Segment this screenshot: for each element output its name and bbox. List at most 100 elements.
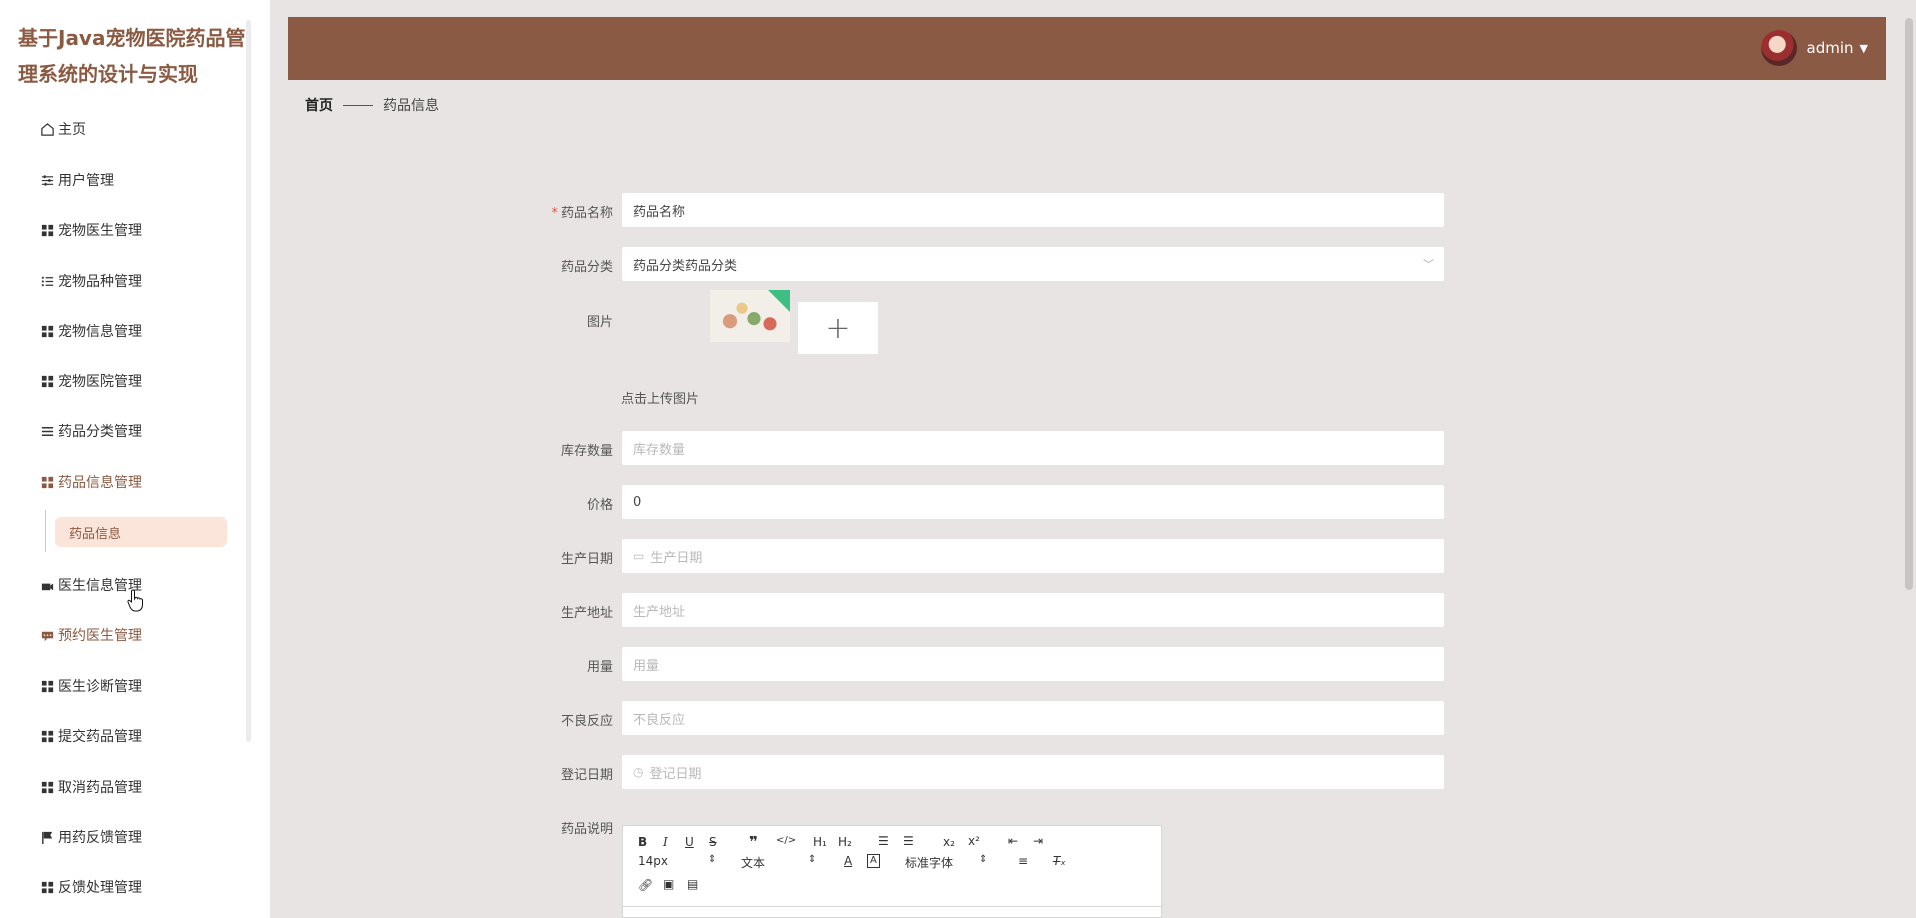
sidebar-item-label: 主页 — [58, 122, 86, 138]
clear-format-icon[interactable]: T̶ₓ — [1053, 854, 1066, 868]
bullet-list-icon[interactable]: ☰ — [903, 834, 914, 848]
grid-icon — [41, 781, 54, 793]
register-date-picker[interactable]: ◷ 登记日期 — [622, 755, 1444, 789]
sidebar-item-pet-hospitals[interactable]: 宠物医院管理 — [40, 368, 142, 394]
sidebar-item-doctor-appointments[interactable]: 预约医生管理 — [40, 622, 142, 648]
top-header: admin ▼ — [288, 17, 1886, 80]
sidebar-item-users[interactable]: 用户管理 — [40, 167, 114, 193]
strike-icon[interactable]: S — [709, 835, 717, 849]
adverse-reaction-label: 不良反应 — [560, 714, 613, 729]
username[interactable]: admin — [1807, 39, 1854, 57]
dosage-input[interactable]: 用量 — [622, 647, 1444, 681]
required-mark: * — [551, 206, 558, 221]
superscript-icon[interactable]: x² — [968, 834, 980, 848]
uploaded-image-thumbnail[interactable] — [710, 290, 790, 342]
ordered-list-icon[interactable]: ☰ — [878, 834, 889, 848]
sidebar-scrollbar[interactable] — [246, 20, 251, 742]
breadcrumb: 首页 药品信息 — [305, 95, 439, 115]
sidebar-item-feedback-handling[interactable]: 反馈处理管理 — [40, 874, 142, 900]
sidebar-item-label: 药品信息管理 — [58, 475, 142, 491]
font-family-select[interactable]: 标准字体 — [905, 854, 953, 871]
sidebar-item-pet-doctors[interactable]: 宠物医生管理 — [40, 217, 142, 243]
grid-icon — [41, 375, 54, 387]
sidebar-item-label: 药品分类管理 — [58, 424, 142, 440]
stock-label: 库存数量 — [560, 444, 613, 459]
message-icon — [41, 631, 54, 641]
production-address-input[interactable]: 生产地址 — [622, 593, 1444, 627]
sidebar-item-home[interactable]: 主页 — [40, 116, 86, 142]
adverse-reaction-input[interactable]: 不良反应 — [622, 701, 1444, 735]
breadcrumb-separator — [343, 104, 373, 106]
production-date-picker[interactable]: ▭ 生产日期 — [622, 539, 1444, 573]
breadcrumb-current: 药品信息 — [383, 98, 439, 114]
code-icon[interactable]: </> — [776, 835, 796, 846]
sidebar-item-label: 提交药品管理 — [58, 729, 142, 745]
outdent-icon[interactable]: ⇤ — [1008, 834, 1018, 848]
main-scrollbar[interactable] — [1905, 18, 1913, 590]
grid-icon — [41, 730, 54, 742]
sidebar-item-medication-feedback[interactable]: 用药反馈管理 — [40, 824, 142, 850]
price-input[interactable]: 0 — [622, 485, 1444, 519]
stock-input[interactable]: 库存数量 — [622, 431, 1444, 465]
rich-text-editor[interactable]: B I U S ❞ </> H₁ H₂ ☰ ☰ x₂ x² ⇤ ⇥ 14px ⇕… — [622, 825, 1163, 918]
list-icon — [41, 276, 54, 286]
text-type-select[interactable]: 文本 — [741, 854, 765, 871]
sort-icon: ⇕ — [979, 854, 988, 865]
sidebar-item-pet-info[interactable]: 宠物信息管理 — [40, 318, 142, 344]
drug-category-select[interactable]: 药品分类药品分类 ﹀ — [622, 247, 1444, 281]
avatar[interactable] — [1760, 30, 1797, 66]
sidebar-item-label: 宠物医生管理 — [58, 223, 142, 239]
italic-icon[interactable]: I — [663, 835, 668, 849]
upload-tip: 点击上传图片 — [621, 392, 700, 407]
register-date-label: 登记日期 — [560, 768, 613, 783]
mouse-cursor-icon — [127, 589, 145, 618]
sidebar-item-label: 宠物信息管理 — [58, 324, 142, 340]
bold-icon[interactable]: B — [638, 835, 647, 849]
user-menu[interactable]: admin ▼ — [1760, 30, 1868, 66]
sidebar-item-drug-categories[interactable]: 药品分类管理 — [40, 418, 142, 444]
clock-icon: ◷ — [633, 765, 644, 779]
caret-down-icon[interactable]: ▼ — [1860, 42, 1868, 55]
sidebar-item-label: 反馈处理管理 — [58, 880, 142, 896]
sidebar-subitem-drug-info[interactable]: 药品信息 — [55, 517, 227, 547]
link-icon[interactable]: 🔗︎ — [638, 878, 653, 892]
description-label: 药品说明 — [560, 822, 613, 837]
font-size-select[interactable]: 14px — [638, 854, 668, 868]
drug-name-input[interactable]: 药品名称 — [622, 193, 1444, 227]
font-color-icon[interactable]: A — [844, 854, 852, 868]
production-date-label: 生产日期 — [560, 552, 613, 567]
sort-icon: ⇕ — [708, 854, 717, 865]
align-icon[interactable]: ≡ — [1018, 854, 1028, 868]
plus-icon: + — [825, 310, 851, 346]
sliders-icon — [41, 174, 54, 186]
sidebar-item-label: 预约医生管理 — [58, 628, 142, 644]
breadcrumb-home[interactable]: 首页 — [305, 95, 333, 115]
chevron-down-icon: ﹀ — [1423, 258, 1434, 271]
sidebar-item-cancel-drugs[interactable]: 取消药品管理 — [40, 774, 142, 800]
indent-icon[interactable]: ⇥ — [1033, 834, 1043, 848]
drug-name-label: * 药品名称 — [551, 206, 613, 221]
blockquote-icon[interactable]: ❞ — [749, 833, 758, 851]
heading1-icon[interactable]: H₁ — [813, 835, 827, 849]
image-icon[interactable]: ▣ — [663, 877, 674, 891]
grid-icon — [41, 680, 54, 692]
drug-category-label: 药品分类 — [560, 260, 613, 275]
upload-success-badge — [768, 290, 790, 312]
sidebar-item-label: 宠物医院管理 — [58, 374, 142, 390]
sidebar-item-submit-drugs[interactable]: 提交药品管理 — [40, 723, 142, 749]
underline-icon[interactable]: U — [685, 835, 694, 849]
grid-icon — [41, 325, 54, 337]
editor-toolbar-divider — [623, 906, 1163, 907]
sidebar-item-label: 取消药品管理 — [58, 780, 142, 796]
app-title: 基于Java宠物医院药品管理系统的设计与实现 — [18, 26, 246, 86]
submenu-line — [45, 510, 46, 552]
heading2-icon[interactable]: H₂ — [838, 835, 852, 849]
sidebar-item-drug-info[interactable]: 药品信息管理 — [40, 469, 142, 495]
background-color-icon[interactable]: A — [867, 854, 880, 868]
sidebar-item-label: 医生诊断管理 — [58, 679, 142, 695]
subscript-icon[interactable]: x₂ — [943, 835, 955, 849]
video-icon[interactable]: ▤ — [687, 877, 698, 891]
sidebar-item-pet-breeds[interactable]: 宠物品种管理 — [40, 268, 142, 294]
upload-image-button[interactable]: + — [798, 302, 878, 354]
sidebar-item-doctor-diagnosis[interactable]: 医生诊断管理 — [40, 673, 142, 699]
